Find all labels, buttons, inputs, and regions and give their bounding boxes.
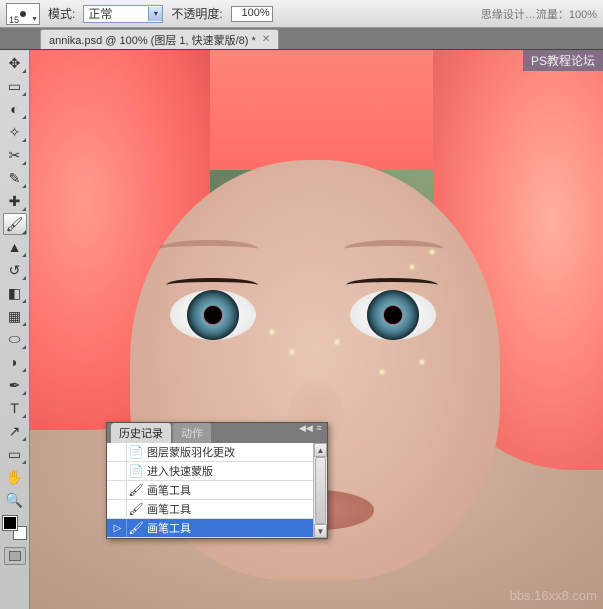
gradient-tool[interactable]: ▦ — [3, 305, 27, 327]
eraser-tool[interactable]: ◧ — [3, 282, 27, 304]
close-icon[interactable]: ✕ — [262, 34, 270, 45]
stamp-tool[interactable]: ▲ — [3, 236, 27, 258]
history-list: 📄 图层蒙版羽化更改 📄 进入快速蒙版 🖌 画笔工具 🖌 画笔工具 — [107, 443, 327, 538]
history-panel[interactable]: 历史记录 动作 ◀◀ ≡ 📄 图层蒙版羽化更改 📄 进入快速蒙版 — [106, 422, 328, 539]
brush-icon: 🖌 — [127, 483, 145, 497]
history-item-label: 画笔工具 — [145, 482, 191, 498]
opacity-label: 不透明度: — [171, 5, 222, 22]
brush-size-value: 15 — [9, 15, 19, 25]
history-cursor-icon: ▷ — [114, 523, 122, 534]
shape-tool[interactable]: ▭ — [3, 443, 27, 465]
text-tool[interactable]: T — [3, 397, 27, 419]
history-item-label: 图层蒙版羽化更改 — [145, 444, 235, 460]
dodge-tool[interactable]: ◗ — [3, 351, 27, 373]
history-item-label: 画笔工具 — [145, 501, 191, 517]
watermark-top-right: PS教程论坛 — [523, 50, 603, 71]
document-title: annika.psd @ 100% (图层 1, 快速蒙版/8) * — [49, 32, 256, 48]
document-tab[interactable]: annika.psd @ 100% (图层 1, 快速蒙版/8) * ✕ — [40, 29, 279, 49]
history-item[interactable]: 🖌 画笔工具 — [107, 500, 327, 519]
mode-label: 模式: — [48, 5, 75, 22]
history-item[interactable]: 📄 图层蒙版羽化更改 — [107, 443, 327, 462]
panel-scrollbar[interactable]: ▲ ▼ — [313, 443, 327, 538]
eyedropper-tool[interactable]: ✎ — [3, 167, 27, 189]
quick-mask-toggle[interactable] — [4, 547, 26, 565]
panel-tab-bar: 历史记录 动作 ◀◀ ≡ — [107, 423, 327, 443]
scroll-thumb[interactable] — [315, 457, 326, 524]
document-tab-bar: annika.psd @ 100% (图层 1, 快速蒙版/8) * ✕ — [0, 28, 603, 50]
crop-tool[interactable]: ✂ — [3, 144, 27, 166]
scroll-down-icon[interactable]: ▼ — [314, 524, 327, 538]
history-item[interactable]: ▷ 🖌 画笔工具 — [107, 519, 327, 538]
brush-preset-picker[interactable]: 15 ▼ — [6, 3, 40, 25]
mode-value: 正常 — [88, 5, 112, 22]
history-item-label: 画笔工具 — [145, 520, 191, 536]
tab-actions[interactable]: 动作 — [173, 423, 211, 443]
options-bar: 15 ▼ 模式: 正常 ▾ 不透明度: 100% 思缘设计…流量：100% — [0, 0, 603, 28]
color-swatches[interactable] — [3, 516, 27, 540]
history-item[interactable]: 📄 进入快速蒙版 — [107, 462, 327, 481]
heal-tool[interactable]: ✚ — [3, 190, 27, 212]
panel-collapse-icon[interactable]: ◀◀ — [299, 423, 311, 434]
hand-tool[interactable]: ✋ — [3, 466, 27, 488]
tools-panel: ✥ ▭ ◐ ✧ ✂ ✎ ✚ 🖌 ▲ ↺ ◧ ▦ ⬭ ◗ ✒ T ↗ ▭ ✋ 🔍 — [0, 50, 30, 609]
path-select-tool[interactable]: ↗ — [3, 420, 27, 442]
marquee-tool[interactable]: ▭ — [3, 75, 27, 97]
history-item-label: 进入快速蒙版 — [145, 463, 213, 479]
zoom-tool[interactable]: 🔍 — [3, 489, 27, 511]
blur-tool[interactable]: ⬭ — [3, 328, 27, 350]
wand-tool[interactable]: ✧ — [3, 121, 27, 143]
layer-mask-icon: 📄 — [127, 445, 145, 459]
flow-area-watermark: 思缘设计…流量：100% — [481, 6, 597, 22]
history-item[interactable]: 🖌 画笔工具 — [107, 481, 327, 500]
brush-dot-icon — [20, 11, 26, 17]
tab-history[interactable]: 历史记录 — [111, 423, 171, 443]
brush-tool[interactable]: 🖌 — [3, 213, 27, 235]
scroll-up-icon[interactable]: ▲ — [314, 443, 327, 457]
watermark-bottom-right: bbs.16xx8.com — [510, 588, 597, 603]
chevron-down-icon: ▾ — [148, 7, 162, 21]
document-canvas[interactable]: PS教程论坛 bbs.16xx8.com 历史记录 动作 ◀◀ ≡ 📄 图层蒙版… — [30, 50, 603, 609]
chevron-down-icon: ▼ — [31, 16, 38, 23]
quick-mask-icon: 📄 — [127, 464, 145, 478]
lasso-tool[interactable]: ◐ — [3, 98, 27, 120]
brush-icon: 🖌 — [127, 502, 145, 516]
panel-menu-icon[interactable]: ≡ — [313, 423, 325, 434]
blend-mode-select[interactable]: 正常 ▾ — [83, 5, 163, 23]
pen-tool[interactable]: ✒ — [3, 374, 27, 396]
history-brush-tool[interactable]: ↺ — [3, 259, 27, 281]
brush-icon: 🖌 — [127, 521, 145, 535]
move-tool[interactable]: ✥ — [3, 52, 27, 74]
foreground-swatch[interactable] — [3, 516, 17, 530]
opacity-input[interactable]: 100% — [231, 6, 273, 22]
